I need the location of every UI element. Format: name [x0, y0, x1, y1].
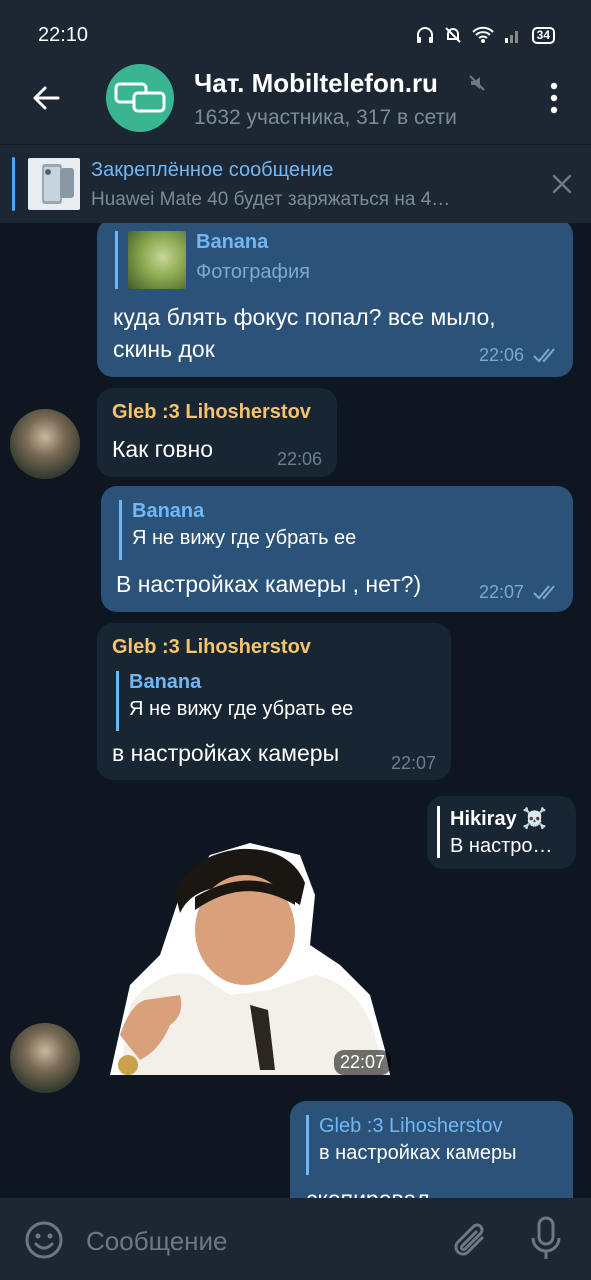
message-text-line: скинь док — [113, 336, 215, 362]
message-text: в настройках камеры — [112, 740, 340, 766]
reply-preview[interactable]: Banana Я не вижу где убрать ее — [116, 671, 353, 731]
sticker-image[interactable] — [100, 835, 396, 1081]
message-time: 22:06 — [479, 345, 525, 365]
reply-author: Hikiray ☠️ — [450, 808, 548, 830]
double-check-icon — [533, 585, 555, 600]
pinned-title: Закреплённое сообщение — [91, 159, 334, 181]
reply-photo-thumbnail — [128, 231, 186, 289]
chat-title[interactable]: Чат. Mobiltelefon.ru — [194, 68, 438, 99]
message-bubble[interactable]: Banana Фотография куда блять фокус попал… — [97, 223, 573, 377]
chat-header: Чат. Mobiltelefon.ru 1632 участника, 317… — [0, 52, 591, 144]
message-bubble[interactable]: Gleb :3 Lihosherstov в настройках камеры… — [290, 1101, 573, 1198]
reply-author: Banana — [129, 671, 202, 693]
reply-preview[interactable]: Banana Фотография — [115, 231, 310, 289]
message-bubble[interactable]: Gleb :3 Lihosherstov Banana Я не вижу гд… — [97, 623, 451, 780]
status-time: 22:10 — [38, 24, 89, 46]
reply-author: Banana — [196, 231, 269, 253]
reply-text: Фотография — [196, 261, 310, 283]
reply-author: Banana — [132, 500, 205, 522]
signal-icon — [504, 31, 518, 43]
message-bubble[interactable]: Gleb :3 Lihosherstov Как говно 22:06 — [97, 388, 337, 477]
microphone-icon[interactable] — [530, 1216, 562, 1262]
reply-text: В настро… — [450, 835, 553, 857]
reply-chip[interactable]: Hikiray ☠️ В настро… — [427, 796, 576, 869]
more-menu-icon[interactable] — [547, 80, 561, 116]
message-text: куда блять фокус попал? все мыло, скинь … — [113, 301, 496, 365]
chat-subtitle: 1632 участника, 317 в сети — [194, 106, 457, 129]
message-time: 22:07 — [391, 753, 437, 773]
phone-image-icon — [42, 164, 74, 204]
wifi-icon — [471, 26, 494, 43]
chat-bubbles-icon — [114, 82, 166, 113]
message-text: В настройках камеры , нет?) — [116, 571, 422, 597]
message-list[interactable]: Banana Фотография куда блять фокус попал… — [0, 223, 591, 1198]
reply-text: Я не вижу где убрать ее — [132, 527, 357, 549]
pinned-text: Huawei Mate 40 будет заряжаться на 4… — [91, 189, 451, 210]
reply-text: в настройках камеры — [319, 1142, 517, 1164]
pinned-thumbnail — [28, 158, 80, 210]
reply-preview[interactable]: Hikiray ☠️ В настро… — [437, 806, 552, 858]
message-time: 22:06 — [277, 449, 323, 469]
reply-text: Я не вижу где убрать ее — [129, 698, 354, 720]
message-bubble[interactable]: Banana Я не вижу где убрать ее В настрой… — [101, 486, 573, 612]
close-icon[interactable] — [551, 173, 573, 195]
reply-preview[interactable]: Banana Я не вижу где убрать ее — [119, 500, 356, 560]
sticker-time: 22:07 — [334, 1050, 392, 1075]
pinned-message[interactable]: Закреплённое сообщение Huawei Mate 40 бу… — [0, 144, 591, 223]
message-input-bar: Сообщение — [0, 1198, 591, 1280]
sender-name[interactable]: Gleb :3 Lihosherstov — [112, 636, 311, 659]
message-text: скопировал — [306, 1183, 430, 1198]
attach-icon[interactable] — [452, 1218, 492, 1262]
group-avatar[interactable] — [106, 64, 174, 132]
back-arrow-icon[interactable] — [28, 80, 64, 116]
message-time: 22:07 — [479, 582, 525, 602]
sender-name[interactable]: Gleb :3 Lihosherstov — [112, 401, 311, 424]
status-icons: 34 — [416, 26, 555, 44]
message-text-line: куда блять фокус попал? все мыло, — [113, 304, 496, 330]
pinned-accent-bar — [12, 157, 15, 211]
reply-author: Gleb :3 Lihosherstov — [319, 1115, 503, 1137]
user-avatar[interactable] — [10, 1023, 80, 1093]
message-text: Как говно — [112, 436, 214, 462]
headphones-icon — [416, 27, 433, 43]
bell-off-icon — [444, 27, 461, 43]
status-bar: 22:10 34 — [0, 0, 591, 52]
double-check-icon — [533, 348, 555, 363]
emoji-icon[interactable] — [24, 1220, 64, 1260]
user-avatar[interactable] — [10, 409, 80, 479]
battery-icon: 34 — [531, 26, 555, 44]
message-input[interactable]: Сообщение — [86, 1226, 228, 1257]
reply-preview[interactable]: Gleb :3 Lihosherstov в настройках камеры — [306, 1115, 516, 1175]
muted-icon — [469, 75, 485, 91]
